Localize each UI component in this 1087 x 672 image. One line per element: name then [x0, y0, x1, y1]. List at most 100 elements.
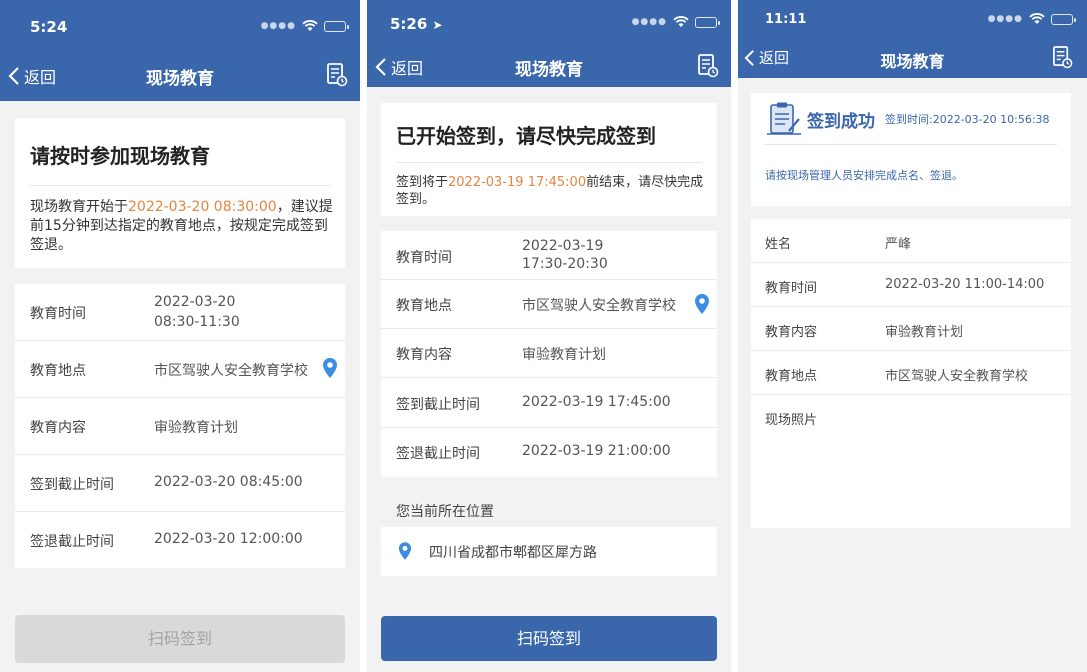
success-card: 签到成功 签到时间:2022-03-20 10:56:38 请按现场管理人员安排…: [751, 93, 1071, 206]
row-checkin-deadline: 签到截止时间 2022-03-19 17:45:00: [381, 378, 717, 428]
screen-3: 11:11 ●●●● 返回 现场教育 签到成功 签到时间:2022-03-20 …: [738, 0, 1087, 672]
top-bar: 5:24 ●●●● 返回 现场教育: [0, 0, 360, 101]
scan-checkin-button[interactable]: 扫码签到: [381, 616, 717, 661]
screen-1: 5:24 ●●●● 返回 现场教育 请按时参加现场教育 现场教育开始于2022-…: [0, 0, 360, 672]
row-value-2: 08:30-11:30: [154, 314, 240, 330]
success-note: 请按现场管理人员安排完成点名、签退。: [765, 169, 963, 182]
row-value: 市区驾驶人安全教育学校: [885, 369, 1029, 384]
current-location-card: 四川省成都市郫都区犀方路: [381, 527, 717, 576]
status-time-text: 5:26: [390, 15, 428, 33]
notice-text: 现场教育开始于2022-03-20 08:30:00，建议提前15分钟到达指定的…: [30, 198, 335, 255]
success-time: 签到时间:2022-03-20 10:56:38: [885, 113, 1050, 126]
row-edu-content: 教育内容 审验教育计划: [751, 307, 1071, 351]
row-site-photo: 现场照片: [751, 395, 1071, 528]
row-value: 2022-03-20 12:00:00: [154, 531, 303, 547]
status-bar: 11:11 ●●●●: [738, 0, 1087, 40]
status-icons: ●●●●: [631, 16, 720, 28]
row-label: 教育时间: [30, 306, 86, 322]
row-value: 审验教育计划: [522, 347, 606, 363]
battery-icon: [695, 16, 720, 28]
top-bar: 11:11 ●●●● 返回 现场教育: [738, 0, 1087, 78]
status-icons: ●●●●: [260, 20, 349, 32]
notice-title: 已开始签到，请尽快完成签到: [396, 124, 656, 148]
row-label: 教育时间: [765, 281, 818, 296]
battery-icon: [324, 20, 349, 32]
row-value: 严峰: [885, 237, 912, 252]
row-name: 姓名 严峰: [751, 219, 1071, 263]
row-edu-place[interactable]: 教育地点 市区驾驶人安全教育学校: [381, 280, 717, 329]
nav-bar: 返回 现场教育: [367, 51, 731, 81]
info-card: 教育时间 2022-03-20 08:30-11:30 教育地点 市区驾驶人安全…: [15, 284, 345, 568]
location-arrow-icon: ➤: [432, 18, 443, 32]
row-edu-content: 教育内容 审验教育计划: [15, 398, 345, 455]
info-card: 姓名 严峰 教育时间 2022-03-20 11:00-14:00 教育内容 审…: [751, 219, 1071, 528]
battery-icon: [1051, 13, 1076, 25]
status-bar: 5:24 ●●●●: [0, 0, 360, 44]
row-label: 教育内容: [765, 325, 818, 340]
page-title: 现场教育: [146, 69, 214, 89]
nav-bar: 返回 现场教育: [0, 60, 360, 90]
row-edu-time: 教育时间 2022-03-20 08:30-11:30: [15, 284, 345, 341]
row-value: 2022-03-19 21:00:00: [522, 443, 671, 459]
row-value: 市区驾驶人安全教育学校: [522, 298, 676, 314]
location-pin-icon[interactable]: [694, 293, 710, 315]
row-value: 审验教育计划: [885, 325, 964, 340]
notice-text: 签到将于2022-03-19 17:45:00前结束，请尽快完成签到。: [396, 174, 705, 208]
row-edu-time: 教育时间 2022-03-19 17:30-20:30: [381, 231, 717, 280]
row-label: 现场照片: [765, 413, 818, 428]
row-label: 签到截止时间: [30, 477, 114, 493]
row-checkout-deadline: 签退截止时间 2022-03-20 12:00:00: [15, 512, 345, 568]
row-value: 市区驾驶人安全教育学校: [154, 363, 308, 379]
status-bar: 5:26 ➤ ●●●●: [367, 0, 731, 44]
row-value: 审验教育计划: [154, 420, 238, 436]
page-title: 现场教育: [515, 60, 583, 80]
record-doc-icon[interactable]: [1052, 45, 1073, 70]
row-checkout-deadline: 签退截止时间 2022-03-19 21:00:00: [381, 428, 717, 477]
record-doc-icon[interactable]: [326, 62, 348, 88]
top-bar: 5:26 ➤ ●●●● 返回 现场教育: [367, 0, 731, 87]
divider: [765, 144, 1057, 145]
row-edu-content: 教育内容 审验教育计划: [381, 329, 717, 378]
notice-text-pre: 现场教育开始于: [30, 199, 128, 215]
row-value: 2022-03-20: [154, 294, 236, 310]
location-pin-icon: [398, 542, 412, 560]
row-edu-place[interactable]: 教育地点 市区驾驶人安全教育学校: [15, 341, 345, 398]
divider: [30, 185, 330, 186]
row-value: 2022-03-19 17:45:00: [522, 394, 671, 410]
nav-bar: 返回 现场教育: [738, 45, 1087, 73]
clipboard-check-icon: [767, 102, 801, 135]
notice-text-pre: 签到将于: [396, 175, 449, 190]
signal-icon: ●●●●: [631, 17, 667, 27]
row-value: 2022-03-19: [522, 238, 604, 254]
row-label: 教育内容: [396, 347, 452, 363]
scan-checkin-button-disabled[interactable]: 扫码签到: [15, 615, 345, 663]
notice-card: 已开始签到，请尽快完成签到 签到将于2022-03-19 17:45:00前结束…: [381, 103, 717, 216]
row-label: 教育地点: [30, 363, 86, 379]
row-label: 教育地点: [765, 369, 818, 384]
status-time: 5:24: [30, 18, 68, 36]
page-title: 现场教育: [880, 52, 945, 71]
divider: [396, 162, 702, 163]
row-label: 签退截止时间: [30, 534, 114, 550]
row-label: 教育时间: [396, 250, 452, 266]
row-value: 2022-03-20 08:45:00: [154, 474, 303, 490]
row-value-2: 17:30-20:30: [522, 256, 608, 272]
row-label: 教育地点: [396, 298, 452, 314]
notice-title: 请按时参加现场教育: [30, 144, 210, 168]
row-label: 签到截止时间: [396, 397, 480, 413]
current-location-text: 四川省成都市郫都区犀方路: [429, 545, 597, 561]
wifi-icon: [673, 16, 689, 27]
row-value: 2022-03-20 11:00-14:00: [885, 277, 1045, 292]
signal-icon: ●●●●: [260, 21, 296, 31]
notice-deadline-time: 2022-03-19 17:45:00: [448, 175, 587, 190]
wifi-icon: [1029, 13, 1045, 24]
wifi-icon: [302, 20, 318, 31]
status-time: 11:11: [765, 12, 807, 27]
row-edu-place: 教育地点 市区驾驶人安全教育学校: [751, 351, 1071, 395]
row-label: 教育内容: [30, 420, 86, 436]
row-checkin-deadline: 签到截止时间 2022-03-20 08:45:00: [15, 455, 345, 512]
location-pin-icon[interactable]: [322, 357, 338, 379]
record-doc-icon[interactable]: [697, 53, 719, 79]
notice-start-time: 2022-03-20 08:30:00: [128, 199, 277, 215]
info-card: 教育时间 2022-03-19 17:30-20:30 教育地点 市区驾驶人安全…: [381, 231, 717, 477]
